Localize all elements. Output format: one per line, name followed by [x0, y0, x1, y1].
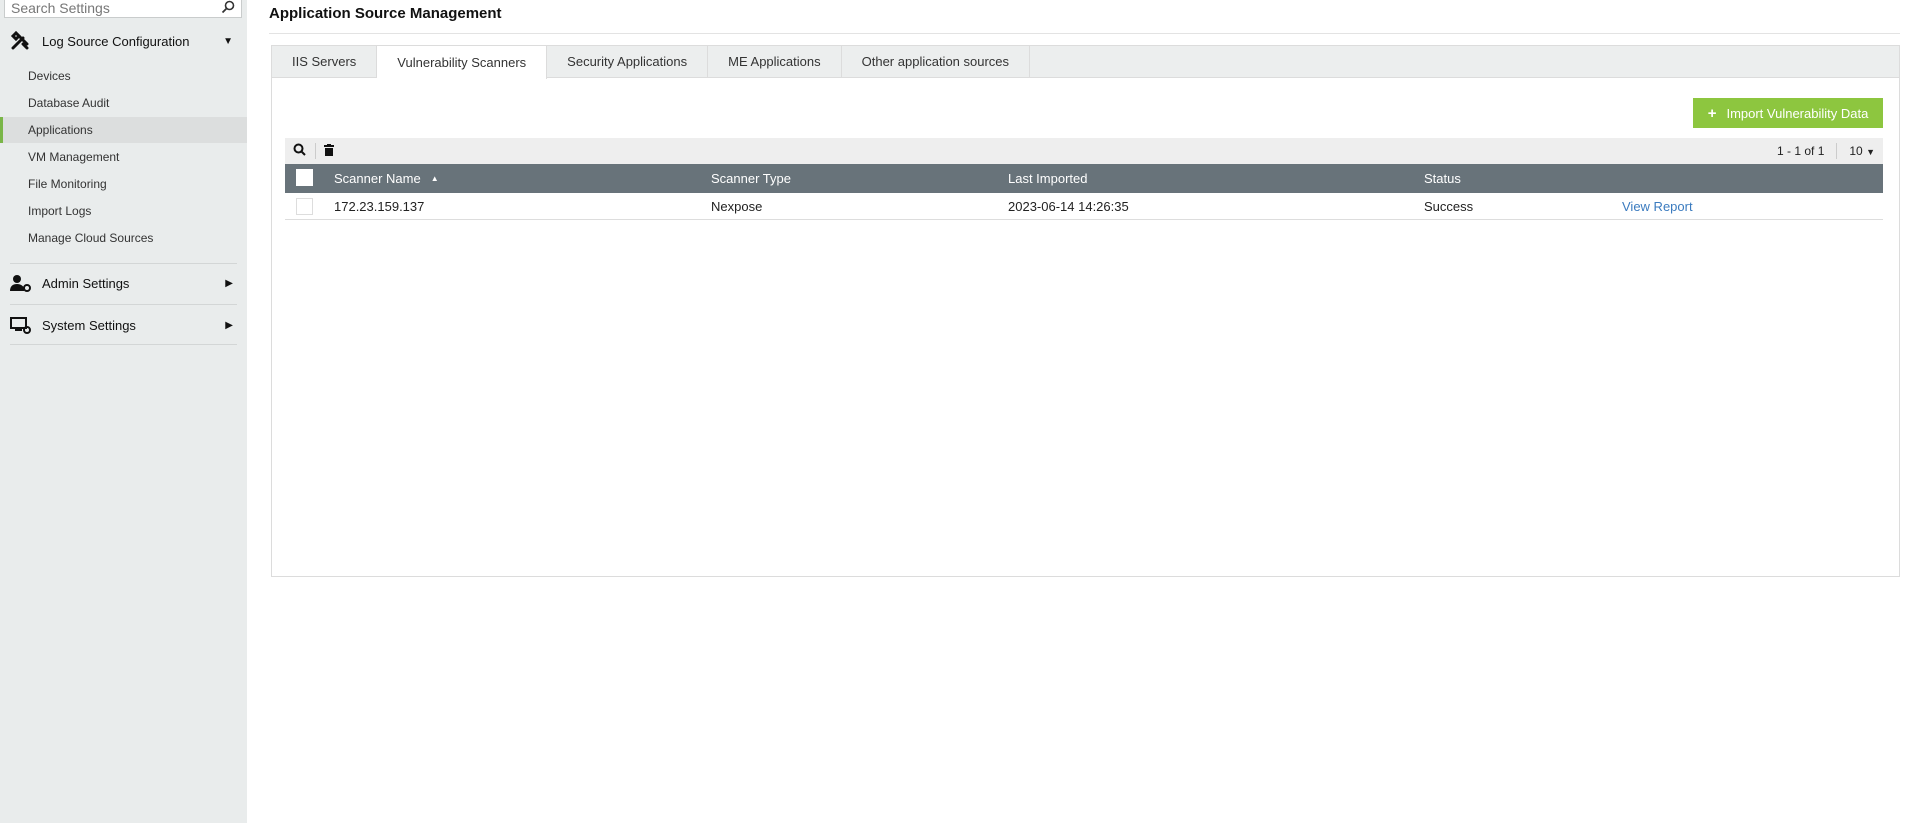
- pagination: 1 - 1 of 1 10 ▼: [1777, 143, 1875, 159]
- caret-down-icon: ▼: [1866, 147, 1875, 157]
- caret-down-icon: ▼: [223, 35, 233, 47]
- search-settings[interactable]: [4, 0, 242, 18]
- monitor-gear-icon: [10, 316, 34, 334]
- group-label: System Settings: [42, 317, 136, 333]
- tab-vulnerability-scanners[interactable]: Vulnerability Scanners: [377, 46, 548, 79]
- search-input[interactable]: [11, 0, 221, 16]
- divider: [269, 33, 1900, 34]
- select-all-checkbox[interactable]: [296, 169, 313, 186]
- table-row: 172.23.159.137 Nexpose 2023-06-14 14:26:…: [285, 193, 1883, 220]
- divider: [10, 344, 237, 345]
- button-label: Import Vulnerability Data: [1726, 105, 1869, 121]
- sort-asc-icon: ▲: [430, 174, 439, 183]
- plus-icon: +: [1707, 104, 1717, 122]
- pagination-range: 1 - 1 of 1: [1777, 144, 1825, 158]
- group-label: Log Source Configuration: [42, 33, 190, 49]
- cell-status: Success: [1424, 198, 1474, 214]
- sidebar-item-import-logs[interactable]: Import Logs: [0, 198, 247, 224]
- column-last-imported[interactable]: Last Imported: [1008, 164, 1088, 193]
- column-label: Scanner Name: [334, 171, 421, 186]
- cell-scanner-name: 172.23.159.137: [334, 198, 425, 214]
- table-toolbar: 1 - 1 of 1 10 ▼: [285, 138, 1883, 164]
- table-header: Scanner Name ▲ Scanner Type Last Imported…: [285, 164, 1883, 193]
- tab-bar: IIS Servers Vulnerability Scanners Secur…: [272, 46, 1899, 79]
- sidebar-item-vm-management[interactable]: VM Management: [0, 144, 247, 170]
- sidebar-item-database-audit[interactable]: Database Audit: [0, 90, 247, 116]
- group-system-settings[interactable]: System Settings ▶: [10, 308, 237, 342]
- content-panel: IIS Servers Vulnerability Scanners Secur…: [271, 45, 1900, 577]
- import-vulnerability-data-button[interactable]: + Import Vulnerability Data: [1693, 98, 1883, 128]
- sidebar-item-manage-cloud-sources[interactable]: Manage Cloud Sources: [0, 225, 247, 251]
- cell-last-imported: 2023-06-14 14:26:35: [1008, 198, 1129, 214]
- group-log-source-configuration[interactable]: Log Source Configuration ▼: [10, 24, 237, 58]
- divider: [10, 304, 237, 305]
- page-size-select[interactable]: 10 ▼: [1849, 144, 1875, 158]
- view-report-link[interactable]: View Report: [1622, 193, 1693, 219]
- sidebar-item-devices[interactable]: Devices: [0, 63, 247, 89]
- divider: [10, 263, 237, 264]
- sidebar: Log Source Configuration ▼ Devices Datab…: [0, 0, 247, 823]
- search-icon[interactable]: [221, 0, 235, 17]
- tab-security-applications[interactable]: Security Applications: [547, 46, 709, 77]
- tab-iis-servers[interactable]: IIS Servers: [272, 46, 378, 77]
- tab-me-applications[interactable]: ME Applications: [708, 46, 842, 77]
- group-admin-settings[interactable]: Admin Settings ▶: [10, 266, 237, 300]
- group-label: Admin Settings: [42, 275, 130, 291]
- caret-right-icon: ▶: [225, 319, 233, 331]
- column-scanner-name[interactable]: Scanner Name ▲: [334, 164, 439, 193]
- column-scanner-type[interactable]: Scanner Type: [711, 164, 791, 193]
- sidebar-item-applications[interactable]: Applications: [0, 117, 247, 143]
- user-gear-icon: [10, 274, 34, 292]
- row-checkbox[interactable]: [296, 198, 313, 215]
- separator: [315, 143, 316, 159]
- cell-scanner-type: Nexpose: [711, 198, 763, 214]
- sidebar-item-file-monitoring[interactable]: File Monitoring: [0, 171, 247, 197]
- delete-icon[interactable]: [324, 143, 334, 159]
- page-title: Application Source Management: [269, 5, 502, 22]
- search-filter-icon[interactable]: [293, 143, 307, 160]
- separator: [1836, 143, 1838, 159]
- page-size-value: 10: [1849, 144, 1863, 158]
- column-status[interactable]: Status: [1424, 164, 1461, 193]
- caret-right-icon: ▶: [225, 277, 233, 289]
- tab-other-application-sources[interactable]: Other application sources: [842, 46, 1031, 77]
- tools-icon: [10, 31, 34, 51]
